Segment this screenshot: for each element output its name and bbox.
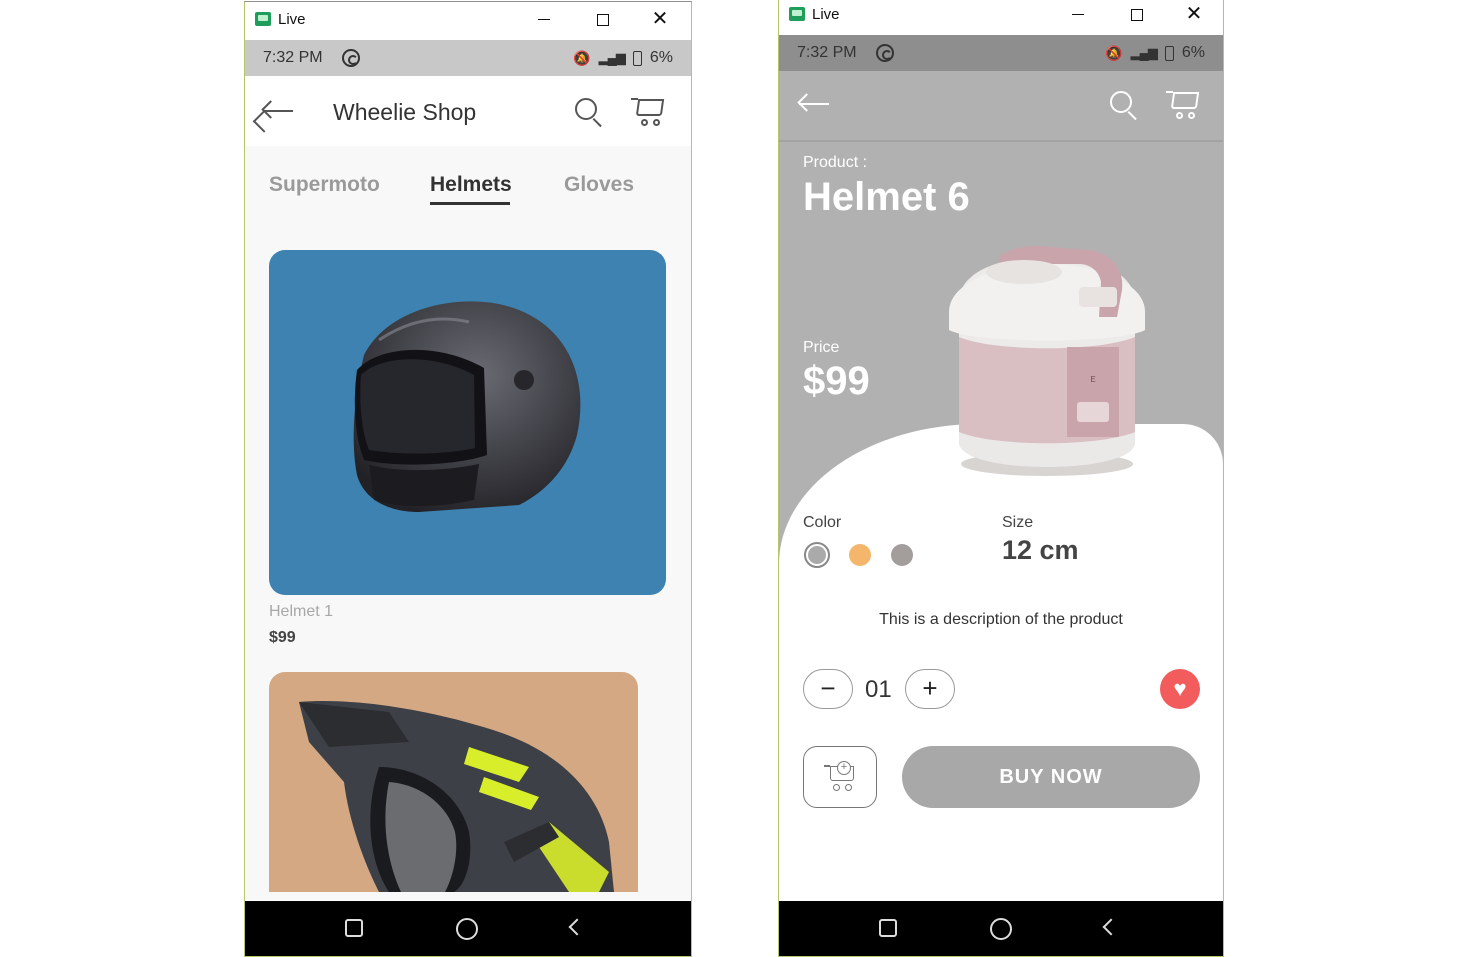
minimize-button[interactable] (533, 8, 555, 30)
app-window-list: Live ✕ 7:32 PM 🔕 ▂▄▆ 6% Wheelie Shop Sup… (244, 1, 692, 957)
product-description: This is a description of the product (879, 611, 1123, 628)
search-icon[interactable] (1110, 91, 1140, 121)
motocross-helmet-image (299, 701, 614, 892)
divider (779, 140, 1223, 142)
cart-icon[interactable] (1166, 89, 1202, 123)
signal-icon: ▂▄▆ (598, 50, 626, 65)
window-titlebar: Live ✕ (779, 0, 1223, 34)
product-image[interactable] (269, 672, 638, 892)
status-icons: 🔕 ▂▄▆ 6% (1105, 44, 1205, 62)
app-window-detail: Live ✕ 7:32 PM 🔕 ▂▄▆ 6% Product : Helmet… (778, 0, 1224, 957)
nav-back-icon[interactable] (568, 918, 586, 936)
battery-icon (1164, 45, 1174, 61)
color-swatch[interactable] (849, 544, 871, 566)
product-image[interactable] (269, 250, 666, 595)
battery-level: 6% (1181, 44, 1205, 61)
cart-add-icon: + (824, 761, 860, 795)
cart-icon[interactable] (631, 96, 667, 130)
svg-text:E: E (1090, 375, 1095, 384)
nav-circle-icon[interactable] (456, 918, 478, 940)
helmet-image (353, 301, 581, 512)
maximize-button[interactable] (591, 8, 613, 30)
search-icon[interactable] (575, 98, 605, 128)
color-swatch[interactable] (891, 544, 913, 566)
minimize-button[interactable] (1067, 3, 1089, 25)
quantity-decrease-button[interactable]: − (803, 669, 853, 709)
app-icon (255, 12, 271, 26)
close-button[interactable]: ✕ (649, 8, 671, 30)
sync-icon (876, 44, 894, 62)
size-value: 12 cm (1002, 535, 1079, 565)
back-arrow-icon[interactable] (261, 100, 295, 122)
maximize-button[interactable] (1125, 3, 1147, 25)
tab-supermoto[interactable]: Supermoto (269, 173, 380, 197)
battery-level: 6% (649, 49, 673, 66)
product-list-view: Supermoto Helmets Gloves Helmet 1 $99 (245, 146, 691, 900)
status-icons: 🔕 ▂▄▆ 6% (573, 49, 673, 67)
add-to-cart-button[interactable]: + (803, 746, 877, 808)
status-time: 7:32 PM (263, 49, 323, 66)
android-nav-bar (779, 901, 1223, 956)
app-bar: Wheelie Shop (245, 76, 691, 146)
product-title: Helmet 6 (803, 175, 970, 219)
quantity-value: 01 (865, 676, 892, 703)
page-title: Wheelie Shop (333, 99, 477, 125)
color-label: Color (803, 514, 842, 531)
heart-icon: ♥ (1173, 676, 1187, 701)
window-titlebar: Live ✕ (245, 2, 691, 38)
sync-icon (342, 49, 360, 67)
window-title: Live (812, 6, 840, 23)
status-bar: 7:32 PM 🔕 ▂▄▆ 6% (245, 40, 691, 76)
window-title: Live (278, 11, 306, 28)
status-bar: 7:32 PM 🔕 ▂▄▆ 6% (779, 35, 1223, 71)
status-time: 7:32 PM (797, 44, 857, 61)
buy-now-button[interactable]: BUY NOW (902, 746, 1200, 808)
tab-helmets[interactable]: Helmets (430, 173, 512, 205)
tab-gloves[interactable]: Gloves (564, 173, 634, 197)
back-arrow-icon[interactable] (797, 93, 831, 115)
app-icon (789, 7, 805, 21)
android-nav-bar (245, 901, 691, 956)
price-label: Price (803, 339, 840, 356)
product-name: Helmet 1 (269, 603, 334, 620)
nav-square-icon[interactable] (879, 919, 897, 937)
size-label: Size (1002, 514, 1034, 531)
favorite-button[interactable]: ♥ (1160, 669, 1200, 709)
quantity-increase-button[interactable]: + (905, 669, 955, 709)
nav-square-icon[interactable] (345, 919, 363, 937)
nav-back-icon[interactable] (1102, 918, 1120, 936)
battery-icon (632, 50, 642, 66)
mute-icon: 🔕 (1105, 44, 1123, 61)
signal-icon: ▂▄▆ (1130, 45, 1158, 60)
price-value: $99 (803, 359, 870, 403)
product-price: $99 (269, 629, 296, 646)
color-swatch-selected[interactable] (804, 542, 830, 568)
product-label: Product : (803, 154, 868, 171)
close-button[interactable]: ✕ (1183, 3, 1205, 25)
nav-circle-icon[interactable] (990, 918, 1012, 940)
product-image: E (949, 245, 1145, 476)
mute-icon: 🔕 (573, 49, 591, 66)
